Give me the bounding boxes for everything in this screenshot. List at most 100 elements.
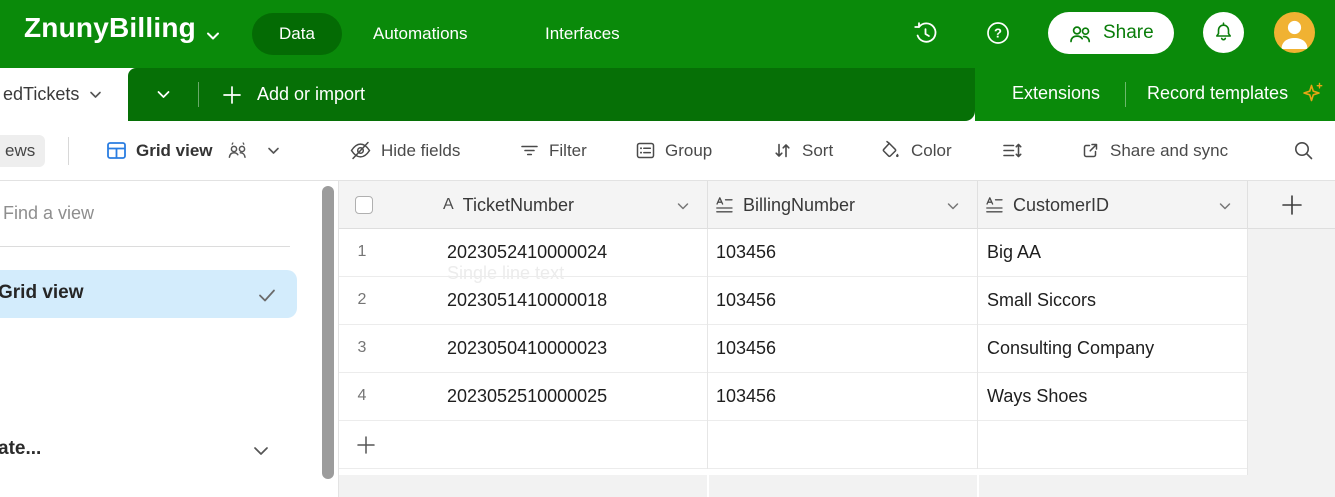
column-header-customerid[interactable]: CustomerID [985,181,1109,229]
app-title-chevron-icon[interactable] [203,26,223,46]
paint-bucket-icon [879,140,902,162]
column-name: TicketNumber [463,195,574,216]
view-toolbar: ews Grid view Hide fields [0,121,1335,181]
color-button[interactable]: Color [879,121,952,180]
filter-button[interactable]: Filter [519,121,587,180]
color-label: Color [911,141,952,161]
table-tab-chevron-icon [87,86,104,103]
search-button[interactable] [1292,139,1316,163]
add-column-button[interactable] [1247,181,1335,229]
app-window: ZnunyBilling Data Automations Interfaces… [0,0,1335,497]
tab-automations[interactable]: Automations [373,24,468,44]
column-menu-chevron-icon[interactable] [1217,198,1233,214]
column-border [977,181,978,229]
tables-dropdown-chevron[interactable] [154,85,173,104]
collaborators-icon [226,141,250,161]
help-icon: ? [986,21,1010,45]
create-view-button[interactable]: ate... [0,427,297,475]
hide-fields-button[interactable]: Hide fields [349,121,460,180]
plus-icon [356,435,376,455]
select-all-checkbox[interactable] [355,196,373,214]
grid-rows: 1 2023052410000024 103456 Big AA 2 20230… [339,229,1247,469]
long-text-field-icon [715,196,734,215]
tabstrip-right-section: Extensions Record templates [975,68,1335,121]
help-button[interactable]: ? [986,21,1010,45]
cell-billingnumber[interactable]: 103456 [716,338,776,359]
filter-label: Filter [549,141,587,161]
cell-ticketnumber[interactable]: 2023050410000023 [447,338,607,359]
share-button[interactable]: Share [1048,12,1174,54]
create-view-label: ate... [0,438,41,460]
bell-icon [1212,21,1235,44]
add-row-button[interactable] [339,421,1247,469]
table-row[interactable]: 2 2023051410000018 103456 Small Siccors [339,277,1247,325]
table-row[interactable]: 4 2023052510000025 103456 Ways Shoes [339,373,1247,421]
chevron-down-icon [250,440,272,462]
avatar[interactable] [1274,12,1315,53]
grid-footer [339,475,1335,497]
column-menu-chevron-icon[interactable] [945,198,961,214]
external-link-icon [1080,140,1101,161]
plus-icon [1280,193,1304,217]
cell-customerid[interactable]: Consulting Company [987,338,1154,359]
column-header-ticketnumber[interactable]: A TicketNumber [443,181,574,229]
share-sync-button[interactable]: Share and sync [1080,121,1228,180]
tabstrip-dark-panel: Add or import [128,68,975,121]
record-templates-button[interactable]: Record templates [1147,83,1288,104]
share-sync-label: Share and sync [1110,141,1228,161]
column-header-billingnumber[interactable]: BillingNumber [715,181,855,229]
add-or-import-button[interactable]: Add or import [222,68,365,121]
views-pill[interactable]: ews [0,135,45,167]
group-label: Group [665,141,712,161]
cell-billingnumber[interactable]: 103456 [716,290,776,311]
cell-ticketnumber[interactable]: 2023051410000018 [447,290,607,311]
footer-column-gap [707,475,709,497]
tab-data[interactable]: Data [252,13,342,55]
find-view-field [0,181,290,247]
table-icon [106,140,127,161]
sort-button[interactable]: Sort [772,121,833,180]
cell-billingnumber[interactable]: 103456 [716,242,776,263]
tab-interfaces[interactable]: Interfaces [545,24,620,44]
sort-icon [772,140,793,161]
view-list-item-grid-view[interactable]: Grid view [0,270,297,318]
grid-view-button[interactable]: Grid view [106,121,282,180]
sidebar-scrollbar-thumb[interactable] [322,186,334,479]
view-item-label: Grid view [0,282,84,304]
toolbar-separator [68,137,69,165]
column-border [707,181,708,229]
cell-customerid[interactable]: Ways Shoes [987,386,1087,407]
cell-customerid[interactable]: Small Siccors [987,290,1096,311]
cell-customerid[interactable]: Big AA [987,242,1041,263]
bell-button[interactable] [1203,12,1244,53]
chevron-down-icon [265,142,282,159]
history-button[interactable] [912,20,939,47]
cell-ticketnumber[interactable]: 2023052510000025 [447,386,607,407]
row-height-icon [1001,140,1023,161]
check-icon [256,284,278,306]
top-bar: ZnunyBilling Data Automations Interfaces… [0,0,1335,68]
extensions-button[interactable]: Extensions [1012,83,1100,104]
grid-view-label: Grid view [136,141,213,161]
tabstrip-separator [1125,82,1126,107]
sparkle-icon [1301,81,1325,105]
table-row[interactable]: 1 2023052410000024 103456 Big AA [339,229,1247,277]
group-button[interactable]: Group [635,121,712,180]
cell-billingnumber[interactable]: 103456 [716,386,776,407]
filter-icon [519,140,540,161]
footer-column-gap [977,475,979,497]
views-sidebar: Grid view ate... [0,181,339,497]
column-name: BillingNumber [743,195,855,216]
eye-off-icon [349,139,372,162]
find-view-input[interactable] [3,203,273,224]
column-border [707,229,708,469]
data-grid: A TicketNumber BillingNumber [339,181,1335,497]
sort-label: Sort [802,141,833,161]
column-menu-chevron-icon[interactable] [675,198,691,214]
plus-icon [222,85,242,105]
share-label: Share [1103,22,1154,44]
table-row[interactable]: 3 2023050410000023 103456 Consulting Com… [339,325,1247,373]
cell-ticketnumber[interactable]: 2023052410000024 [447,242,607,263]
row-height-button[interactable] [1001,121,1023,180]
table-tab-active[interactable]: edTickets [0,68,128,121]
